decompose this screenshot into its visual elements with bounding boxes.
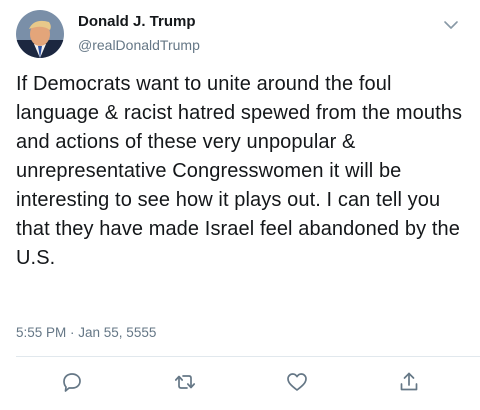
tweet-card: Donald J. Trump @realDonaldTrump If Demo… [0,0,480,410]
divider [16,356,480,357]
retweet-icon[interactable] [173,370,197,394]
share-icon[interactable] [397,370,421,394]
tweet-actions [0,370,480,398]
tweet-timestamp[interactable]: 5:55 PM · Jan 55, 5555 [16,325,156,340]
display-name[interactable]: Donald J. Trump [78,13,196,30]
chevron-down-icon[interactable] [440,14,462,36]
reply-icon[interactable] [60,370,84,394]
tweet-text: If Democrats want to unite around the fo… [16,73,463,269]
heart-icon[interactable] [285,370,309,394]
avatar[interactable] [16,10,64,58]
user-handle[interactable]: @realDonaldTrump [78,37,200,53]
